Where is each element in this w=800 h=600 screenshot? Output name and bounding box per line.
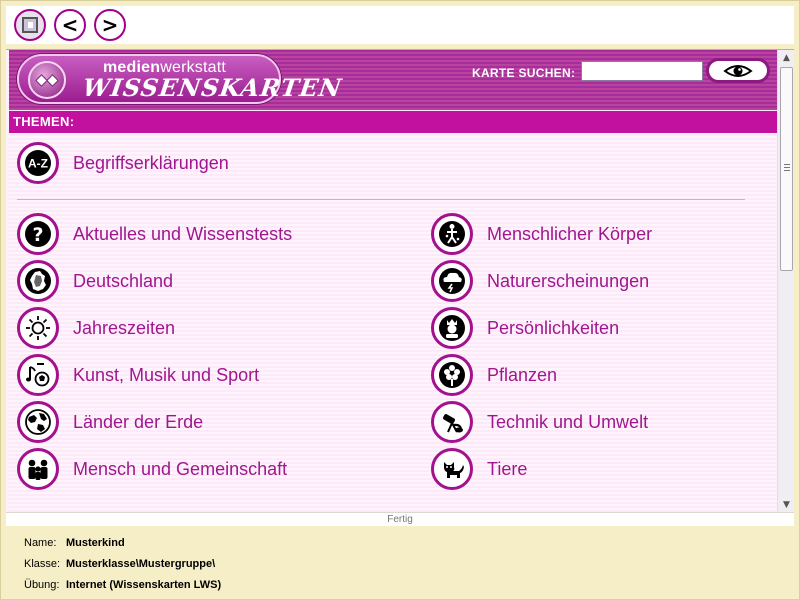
klasse-label: Klasse: <box>24 557 61 570</box>
topic-label: Pflanzen <box>487 364 558 385</box>
info-klasse-row: Klasse: Musterklasse\Mustergruppe\ <box>24 553 221 574</box>
topic-naturerscheinungen[interactable]: Naturerscheinungen <box>431 260 649 302</box>
toolbar: < > <box>6 6 794 44</box>
vertical-scrollbar[interactable]: ▲ ▼ <box>777 50 794 512</box>
page-content: medienwerkstatt WISSENSKARTEN KARTE SUCH… <box>9 50 777 512</box>
topic-persoenlichkeiten[interactable]: Persönlichkeiten <box>431 307 619 349</box>
topic-label: Naturerscheinungen <box>487 270 650 291</box>
sun-icon <box>17 307 59 349</box>
topic-label: Begriffserklärungen <box>73 152 229 173</box>
body-icon <box>431 213 473 255</box>
name-value: Musterkind <box>66 536 125 549</box>
scroll-up-icon[interactable]: ▲ <box>778 50 794 66</box>
klasse-value: Musterklasse\Mustergruppe\ <box>66 557 216 570</box>
scrollbar-thumb[interactable] <box>780 67 793 271</box>
svg-text:?: ? <box>32 224 43 246</box>
topic-laender-der-erde[interactable]: Länder der Erde <box>17 401 203 443</box>
user-info: Name: Musterkind Klasse: Musterklasse\Mu… <box>24 532 221 595</box>
flower-icon <box>431 354 473 396</box>
topic-mensch-und-gemeinschaft[interactable]: Mensch und Gemeinschaft <box>17 448 287 490</box>
logo-badge-icon <box>28 61 66 99</box>
home-button[interactable] <box>14 9 46 41</box>
search-button[interactable] <box>706 58 770 83</box>
telescope-icon <box>431 401 473 443</box>
uebung-label: Übung: <box>24 578 60 591</box>
topic-label: Tiere <box>487 458 528 479</box>
topic-technik-und-umwelt[interactable]: Technik und Umwelt <box>431 401 648 443</box>
king-icon <box>431 307 473 349</box>
storm-cloud-icon <box>431 260 473 302</box>
topic-kunst-musik-sport[interactable]: Kunst, Musik und Sport <box>17 354 259 396</box>
globe-icon <box>17 401 59 443</box>
topic-menschlicher-koerper[interactable]: Menschlicher Körper <box>431 213 652 255</box>
svg-text:A-Z: A-Z <box>28 157 48 171</box>
eye-icon <box>723 64 753 77</box>
logo[interactable]: medienwerkstatt WISSENSKARTEN <box>17 54 344 104</box>
topic-label: Persönlichkeiten <box>487 317 620 338</box>
people-icon <box>17 448 59 490</box>
topic-aktuelles[interactable]: ? Aktuelles und Wissenstests <box>17 213 292 255</box>
info-name-row: Name: Musterkind <box>24 532 221 553</box>
topic-pflanzen[interactable]: Pflanzen <box>431 354 557 396</box>
uebung-value: Internet (Wissenskarten LWS) <box>66 578 222 591</box>
topic-label: Kunst, Musik und Sport <box>73 364 260 385</box>
topic-label: Menschlicher Körper <box>487 223 653 244</box>
topic-jahreszeiten[interactable]: Jahreszeiten <box>17 307 175 349</box>
question-icon: ? <box>17 213 59 255</box>
topic-tiere[interactable]: Tiere <box>431 448 527 490</box>
a-z-icon: A-Z <box>17 142 59 184</box>
themen-heading: THEMEN: <box>9 111 777 133</box>
topic-label: Mensch und Gemeinschaft <box>73 458 288 479</box>
cat-icon <box>431 448 473 490</box>
topic-deutschland[interactable]: Deutschland <box>17 260 173 302</box>
topic-label: Deutschland <box>73 270 174 291</box>
forward-button[interactable]: > <box>94 9 126 41</box>
screen-icon <box>22 17 38 33</box>
scroll-down-icon[interactable]: ▼ <box>778 497 794 512</box>
header-band: medienwerkstatt WISSENSKARTEN KARTE SUCH… <box>9 50 777 110</box>
browser-viewport: medienwerkstatt WISSENSKARTEN KARTE SUCH… <box>6 49 794 512</box>
info-uebung-row: Übung: Internet (Wissenskarten LWS) <box>24 574 221 595</box>
search-label: KARTE SUCHEN: <box>472 66 576 80</box>
topic-label: Technik und Umwelt <box>487 411 649 432</box>
topic-label: Jahreszeiten <box>73 317 176 338</box>
music-ball-icon <box>17 354 59 396</box>
status-bar: Fertig <box>6 512 794 526</box>
germany-map-icon <box>17 260 59 302</box>
topic-begriffserklaerungen[interactable]: A-Z Begriffserklärungen <box>17 142 229 184</box>
name-label: Name: <box>24 536 57 549</box>
divider <box>17 199 745 200</box>
topic-label: Aktuelles und Wissenstests <box>73 223 293 244</box>
topic-label: Länder der Erde <box>73 411 204 432</box>
logo-title: WISSENSKARTEN <box>80 73 345 102</box>
search-input[interactable] <box>581 61 703 81</box>
back-button[interactable]: < <box>54 9 86 41</box>
